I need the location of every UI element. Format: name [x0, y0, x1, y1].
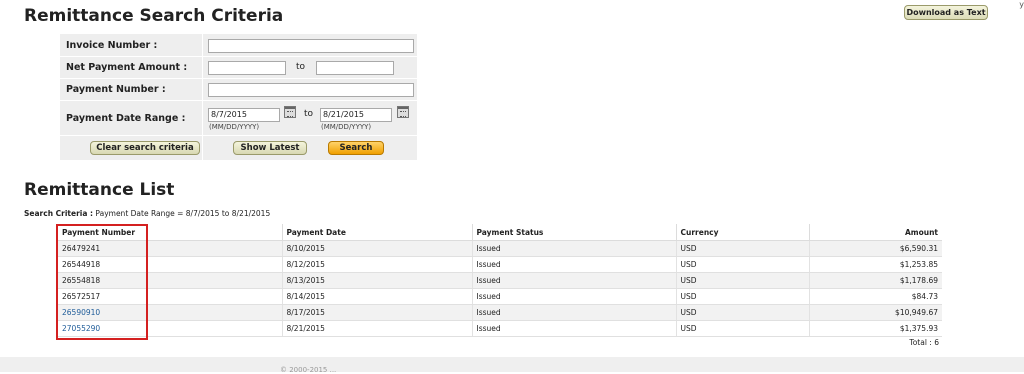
payment-number-link[interactable]: 26572517 — [58, 288, 282, 305]
col-header-amount[interactable]: Amount — [808, 224, 942, 241]
invoice-number-row: Invoice Number : — [60, 34, 417, 56]
remittance-table: Payment Number Payment Date Payment Stat… — [58, 224, 942, 337]
table-row: 26590910 8/17/2015 Issued USD $10,949.67 — [58, 304, 942, 321]
amount-cell: $84.73 — [808, 288, 942, 305]
calendar-icon[interactable] — [397, 106, 409, 118]
payment-date-cell: 8/14/2015 — [281, 288, 472, 305]
payment-status-cell: Issued — [471, 240, 676, 257]
to-label: to — [296, 62, 306, 72]
table-row: 26544918 8/12/2015 Issued USD $1,253.85 — [58, 256, 942, 273]
to-label: to — [304, 109, 314, 119]
net-amount-to-input[interactable] — [316, 61, 394, 75]
col-header-payment-number[interactable]: Payment Number — [58, 224, 282, 241]
show-latest-button[interactable]: Show Latest — [233, 141, 307, 155]
search-criteria-label: Search Criteria : — [24, 209, 94, 218]
payment-date-cell: 8/21/2015 — [281, 320, 472, 337]
date-format-hint: (MM/DD/YYYY) — [209, 123, 260, 131]
table-row: 26572517 8/14/2015 Issued USD $84.73 — [58, 288, 942, 305]
payment-status-cell: Issued — [471, 288, 676, 305]
amount-cell: $1,178.69 — [808, 272, 942, 289]
amount-cell: $1,375.93 — [808, 320, 942, 337]
search-criteria-summary: Search Criteria : Payment Date Range = 8… — [24, 209, 270, 218]
currency-cell: USD — [675, 272, 809, 289]
total-count: Total : 6 — [909, 338, 939, 347]
date-format-hint: (MM/DD/YYYY) — [321, 123, 372, 131]
date-from-input[interactable]: 8/7/2015 — [208, 108, 280, 122]
payment-number-input[interactable] — [208, 83, 414, 97]
payment-number-row: Payment Number : — [60, 78, 417, 100]
payment-status-cell: Issued — [471, 304, 676, 321]
payment-date-range-label: Payment Date Range : — [66, 113, 186, 124]
payment-number-link[interactable]: 27055290 — [58, 320, 282, 337]
payment-date-range-row: Payment Date Range : 8/7/2015 (MM/DD/YYY… — [60, 100, 417, 135]
col-header-currency[interactable]: Currency — [675, 224, 809, 241]
payment-number-label: Payment Number : — [66, 84, 166, 95]
currency-cell: USD — [675, 288, 809, 305]
page-footer: © 2000-2015 ... — [0, 357, 1024, 374]
payment-number-link[interactable]: 26544918 — [58, 256, 282, 273]
col-header-payment-date[interactable]: Payment Date — [281, 224, 472, 241]
amount-cell: $1,253.85 — [808, 256, 942, 273]
payment-number-link[interactable]: 26554818 — [58, 272, 282, 289]
payment-date-cell: 8/12/2015 — [281, 256, 472, 273]
amount-cell: $10,949.67 — [808, 304, 942, 321]
corner-text-fragment: y — [1019, 0, 1024, 9]
search-criteria-value: Payment Date Range = 8/7/2015 to 8/21/20… — [95, 209, 271, 218]
search-criteria-title: Remittance Search Criteria — [24, 6, 284, 26]
net-amount-from-input[interactable] — [208, 61, 286, 75]
currency-cell: USD — [675, 320, 809, 337]
table-row: 26554818 8/13/2015 Issued USD $1,178.69 — [58, 272, 942, 289]
payment-date-cell: 8/13/2015 — [281, 272, 472, 289]
payment-number-link[interactable]: 26590910 — [58, 304, 282, 321]
search-form: Invoice Number : Net Payment Amount : to… — [60, 34, 417, 160]
download-as-text-button[interactable]: Download as Text — [904, 5, 988, 20]
form-divider — [60, 135, 417, 136]
payment-date-cell: 8/17/2015 — [281, 304, 472, 321]
col-header-payment-status[interactable]: Payment Status — [471, 224, 676, 241]
table-row: 27055290 8/21/2015 Issued USD $1,375.93 — [58, 320, 942, 337]
calendar-icon[interactable] — [284, 106, 296, 118]
invoice-number-input[interactable] — [208, 39, 414, 53]
remittance-list-title: Remittance List — [24, 180, 175, 200]
date-to-input[interactable]: 8/21/2015 — [320, 108, 392, 122]
payment-status-cell: Issued — [471, 320, 676, 337]
payment-number-link[interactable]: 26479241 — [58, 240, 282, 257]
footer-copyright: © 2000-2015 ... — [280, 366, 337, 374]
net-payment-amount-label: Net Payment Amount : — [66, 62, 188, 73]
table-header-row: Payment Number Payment Date Payment Stat… — [58, 224, 942, 241]
amount-cell: $6,590.31 — [808, 240, 942, 257]
currency-cell: USD — [675, 240, 809, 257]
invoice-number-label: Invoice Number : — [66, 40, 158, 51]
payment-status-cell: Issued — [471, 256, 676, 273]
payment-date-cell: 8/10/2015 — [281, 240, 472, 257]
payment-status-cell: Issued — [471, 272, 676, 289]
table-row: 26479241 8/10/2015 Issued USD $6,590.31 — [58, 240, 942, 257]
search-button[interactable]: Search — [328, 141, 384, 155]
currency-cell: USD — [675, 304, 809, 321]
net-payment-amount-row: Net Payment Amount : to — [60, 56, 417, 78]
clear-search-criteria-button[interactable]: Clear search criteria — [90, 141, 200, 155]
currency-cell: USD — [675, 256, 809, 273]
